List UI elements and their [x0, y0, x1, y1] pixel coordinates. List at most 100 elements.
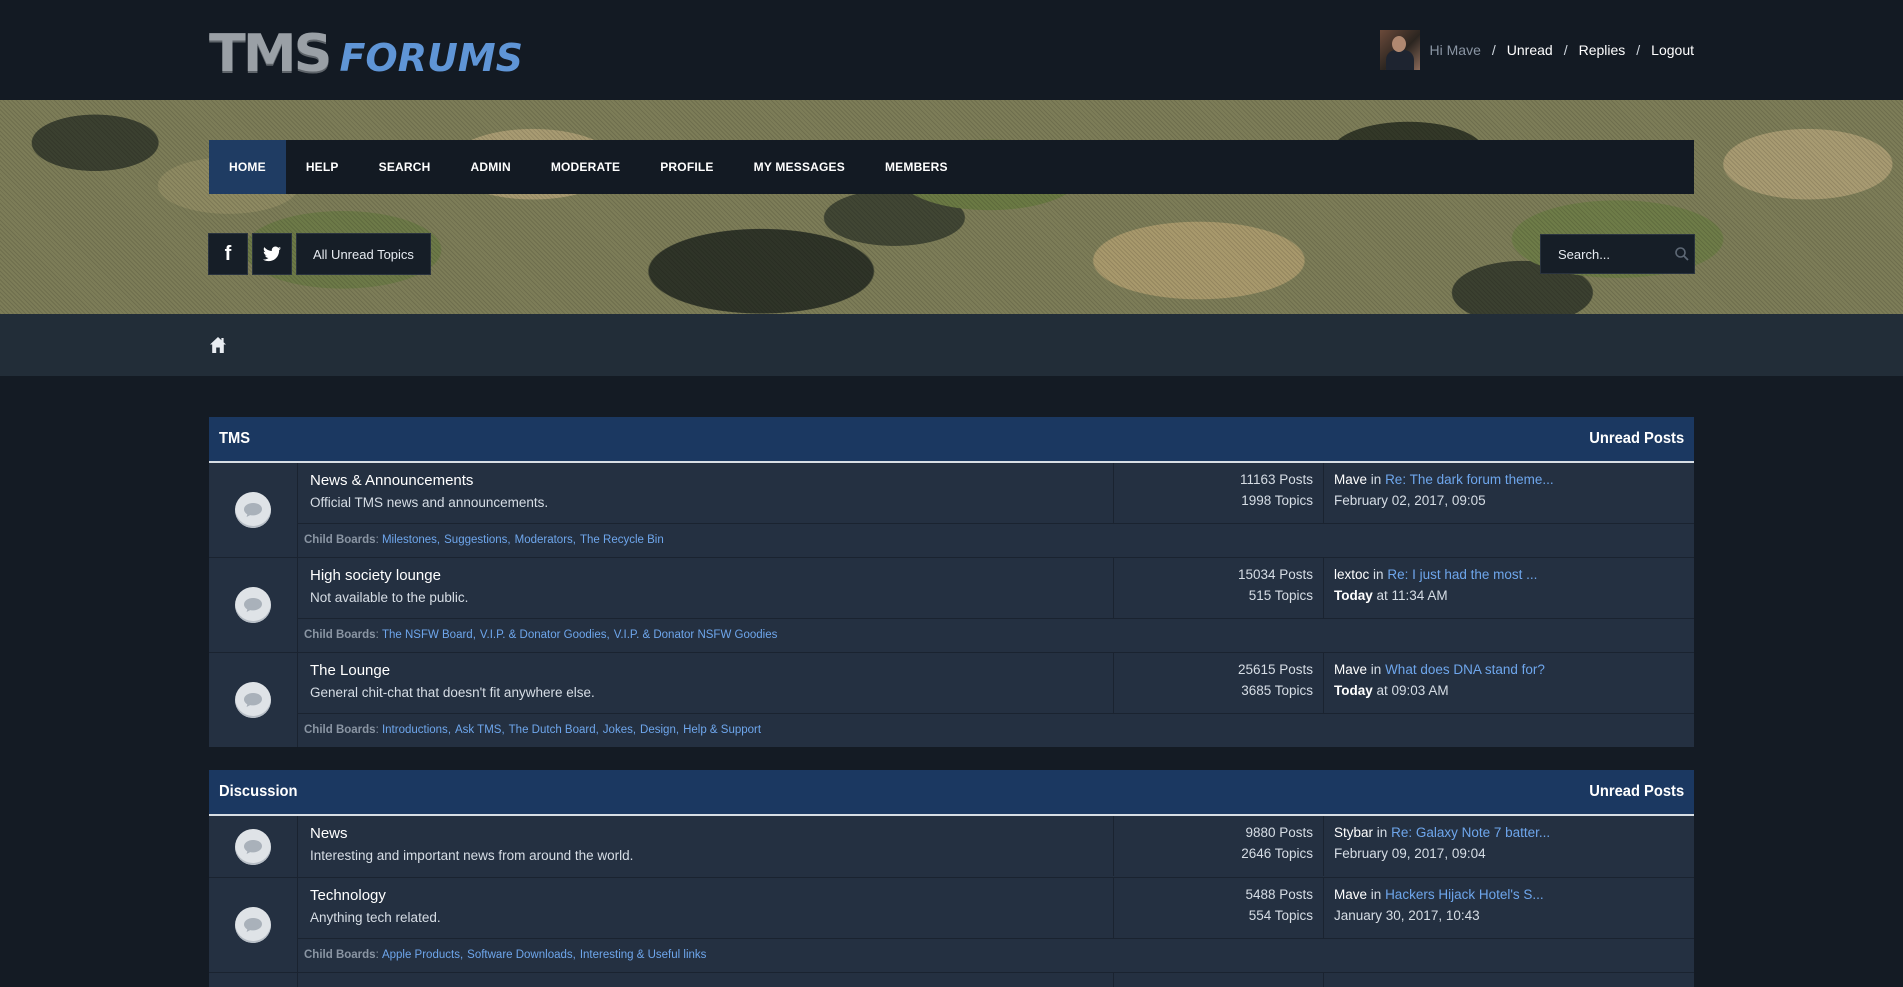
last-post-user[interactable]: Mave — [1334, 472, 1367, 487]
nav-home[interactable]: HOME — [209, 140, 286, 194]
child-board-link[interactable]: Moderators — [515, 534, 573, 546]
last-post-link[interactable]: Re: I just had the most ... — [1387, 567, 1537, 582]
child-board-link[interactable]: Apple Products — [382, 949, 460, 961]
posts-count: 9880 Posts — [1245, 825, 1313, 840]
child-board-link[interactable]: Introductions — [382, 724, 448, 736]
all-unread-topics-button[interactable]: All Unread Topics — [297, 234, 430, 274]
board-main — [298, 973, 1694, 987]
board-main: Technology Anything tech related. 5488 P… — [298, 878, 1694, 939]
child-separator: , — [632, 724, 637, 736]
nav-members[interactable]: MEMBERS — [865, 140, 968, 194]
child-boards-label: Child Boards — [304, 534, 376, 546]
board-name-link[interactable]: High society lounge — [310, 567, 1101, 584]
nav-help[interactable]: HELP — [286, 140, 359, 194]
unread-posts-link[interactable]: Unread Posts — [1589, 783, 1684, 801]
board-stats — [1114, 973, 1324, 987]
greeting-text: Hi Mave — [1429, 42, 1481, 58]
last-post-link[interactable]: Hackers Hijack Hotel's S... — [1385, 887, 1544, 902]
board-description: Not available to the public. — [310, 590, 469, 605]
board-icon-cell — [209, 973, 298, 987]
user-nav: Hi Mave / Unread / Replies / Logout — [1379, 29, 1694, 71]
child-separator: , — [572, 534, 576, 546]
last-post-date-bold: Today — [1334, 588, 1373, 603]
separator: / — [1563, 42, 1568, 58]
category-header: TMS Unread Posts — [209, 417, 1694, 463]
child-board-link[interactable]: The Recycle Bin — [580, 534, 664, 546]
main-nav: HOME HELP SEARCH ADMIN MODERATE PROFILE … — [209, 140, 1694, 194]
search-input[interactable] — [1556, 245, 1670, 263]
board-icon-cell — [209, 878, 298, 972]
child-board-link[interactable]: Suggestions — [444, 534, 507, 546]
nav-admin[interactable]: ADMIN — [451, 140, 531, 194]
breadcrumb — [0, 314, 1903, 376]
child-board-link[interactable]: V.I.P. & Donator NSFW Goodies — [614, 629, 778, 641]
board-name-link[interactable]: News — [310, 825, 1101, 842]
avatar[interactable] — [1379, 30, 1420, 70]
top-bar: TMS FORUMS Hi Mave / Unread / Replies / … — [0, 0, 1903, 100]
last-post: lextoc in Re: I just had the most ... To… — [1324, 558, 1694, 618]
child-board-link[interactable]: The Dutch Board — [509, 724, 596, 736]
board-description: Anything tech related. — [310, 910, 441, 925]
last-post-link[interactable]: Re: The dark forum theme... — [1385, 472, 1554, 487]
logout-link[interactable]: Logout — [1651, 42, 1694, 58]
board-stats: 25615 Posts 3685 Topics — [1114, 653, 1324, 713]
last-post: Mave in Re: The dark forum theme... Febr… — [1324, 463, 1694, 523]
last-post-user[interactable]: lextoc — [1334, 567, 1369, 582]
twitter-button[interactable] — [253, 234, 291, 274]
child-separator: , — [572, 949, 576, 961]
child-board-link[interactable]: Design — [640, 724, 676, 736]
logo-forums-text: FORUMS — [339, 36, 524, 80]
board-row: News & Announcements Official TMS news a… — [209, 463, 1694, 558]
nav-moderate[interactable]: MODERATE — [531, 140, 640, 194]
child-boards: Child Boards: The NSFW Board, V.I.P. & D… — [298, 619, 1694, 651]
unread-link[interactable]: Unread — [1507, 42, 1553, 58]
board-name-link[interactable]: The Lounge — [310, 662, 1101, 679]
board-name-link[interactable]: Technology — [310, 887, 1101, 904]
child-board-link[interactable]: Milestones — [382, 534, 437, 546]
last-post-user[interactable]: Stybar — [1334, 825, 1373, 840]
search-icon[interactable] — [1674, 246, 1690, 262]
board-row — [209, 973, 1694, 987]
board-description: General chit-chat that doesn't fit anywh… — [310, 685, 595, 700]
last-post-user[interactable]: Mave — [1334, 887, 1367, 902]
board-info: The Lounge General chit-chat that doesn'… — [298, 653, 1114, 713]
nav-search[interactable]: SEARCH — [359, 140, 451, 194]
board-stats: 11163 Posts 1998 Topics — [1114, 463, 1324, 523]
child-board-link[interactable]: Jokes — [603, 724, 633, 736]
last-post-link[interactable]: What does DNA stand for? — [1385, 662, 1545, 677]
child-separator: , — [507, 534, 511, 546]
topics-count: 515 Topics — [1248, 588, 1313, 603]
child-boards-label: Child Boards — [304, 629, 376, 641]
replies-link[interactable]: Replies — [1579, 42, 1626, 58]
child-board-link[interactable]: Interesting & Useful links — [580, 949, 707, 961]
child-board-link[interactable]: Help & Support — [683, 724, 761, 736]
board-stats: 15034 Posts 515 Topics — [1114, 558, 1324, 618]
board-body: High society lounge Not available to the… — [298, 558, 1694, 652]
home-icon[interactable] — [209, 336, 227, 354]
child-separator: , — [472, 629, 476, 641]
nav-my-messages[interactable]: MY MESSAGES — [734, 140, 865, 194]
posts-count: 5488 Posts — [1245, 887, 1313, 902]
category-title[interactable]: TMS — [219, 430, 250, 448]
board-body: The Lounge General chit-chat that doesn'… — [298, 653, 1694, 747]
board-info: News Interesting and important news from… — [298, 816, 1114, 876]
child-board-link[interactable]: V.I.P. & Donator Goodies — [480, 629, 607, 641]
unread-posts-link[interactable]: Unread Posts — [1589, 430, 1684, 448]
board-name-link[interactable]: News & Announcements — [310, 472, 1101, 489]
nav-profile[interactable]: PROFILE — [640, 140, 733, 194]
child-board-link[interactable]: Ask TMS — [455, 724, 501, 736]
last-post-link[interactable]: Re: Galaxy Note 7 batter... — [1391, 825, 1550, 840]
child-board-link[interactable]: The NSFW Board — [382, 629, 473, 641]
child-boards: Child Boards: Introductions, Ask TMS, Th… — [298, 714, 1694, 746]
logo-tms-text: TMS — [209, 23, 332, 84]
facebook-button[interactable]: f — [209, 234, 247, 274]
last-post-date: at 11:34 AM — [1372, 588, 1448, 603]
child-board-link[interactable]: Software Downloads — [467, 949, 572, 961]
twitter-icon — [263, 246, 281, 262]
last-post-user[interactable]: Mave — [1334, 662, 1367, 677]
facebook-icon: f — [224, 242, 232, 265]
category-title[interactable]: Discussion — [219, 783, 298, 801]
last-post-in: in — [1370, 662, 1382, 677]
site-logo[interactable]: TMS FORUMS — [209, 23, 524, 84]
board-main: The Lounge General chit-chat that doesn'… — [298, 653, 1694, 714]
